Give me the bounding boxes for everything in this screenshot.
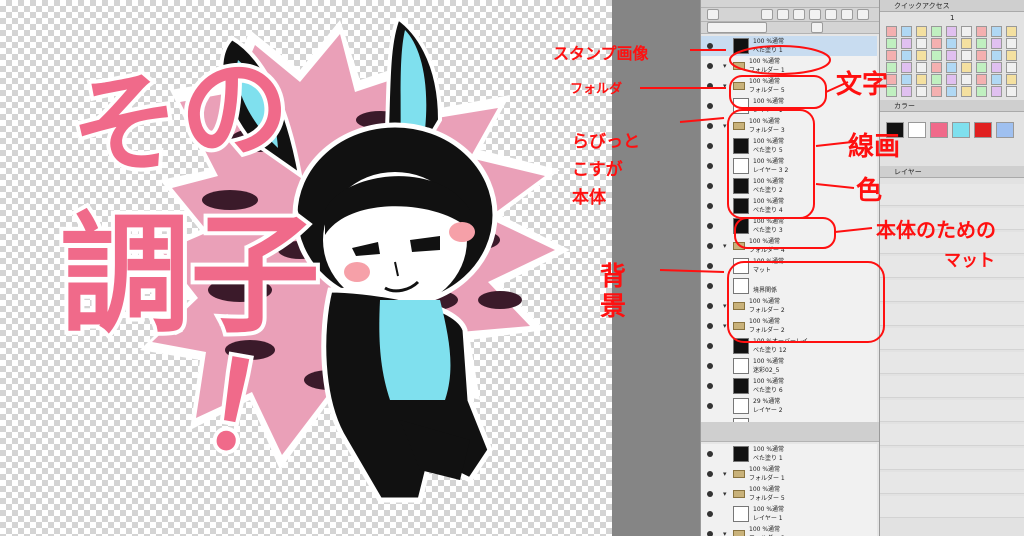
- circle-matte: [734, 217, 836, 249]
- arrow-rabbit: [679, 117, 725, 123]
- circle-moji: [729, 75, 827, 109]
- arrow-background: [659, 269, 725, 273]
- arrow-color: [815, 183, 855, 189]
- circle-rabbit: [727, 109, 815, 219]
- annotation-overlay: [640, 45, 885, 343]
- arrow-matte: [834, 227, 873, 233]
- arrow-moji: [825, 81, 849, 93]
- circle-background: [727, 261, 885, 343]
- circle-stamp: [729, 45, 831, 75]
- arrow-lineart: [815, 141, 853, 147]
- app-window: { "canvas": { "stamp_text": ["その", "調子",…: [0, 0, 1024, 536]
